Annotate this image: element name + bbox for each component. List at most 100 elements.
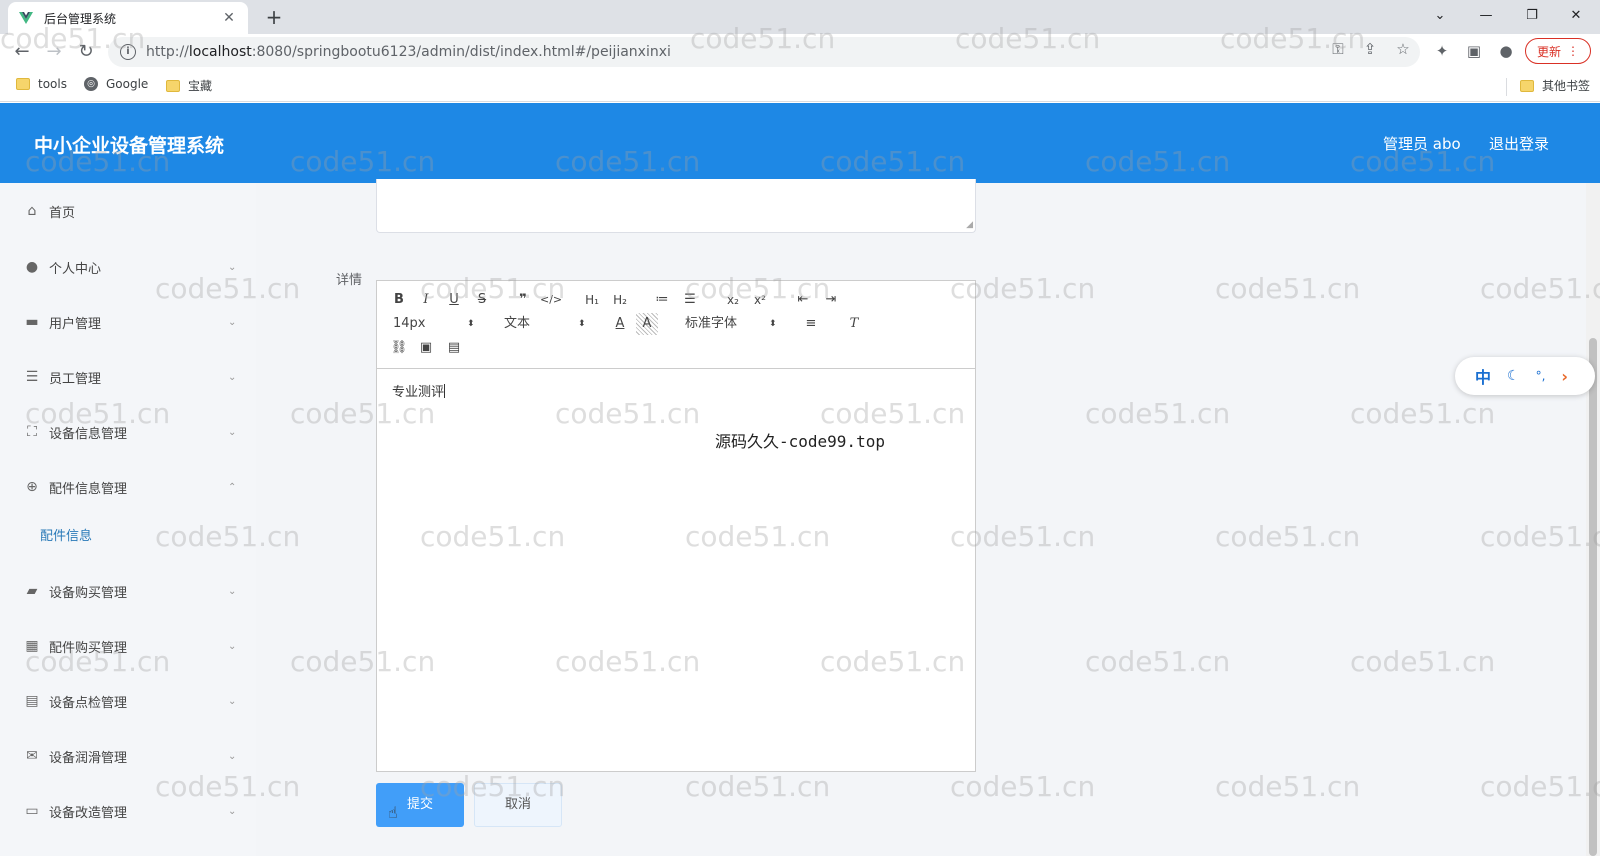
image-icon[interactable]: ▣ [415,337,437,359]
grid-icon: ▦ [25,638,39,654]
sidebar-item-parts-purchase[interactable]: ▦ 配件购买管理 ⌄ [0,626,256,666]
textarea-field[interactable]: ◢ [376,179,976,233]
bold-icon[interactable]: B [388,289,410,311]
chevron-down-icon: ⌄ [228,805,237,817]
editor-toolbar: B I U S ❞ </> H₁ H₂ ≔ ☰ x₂ x² ⇤ ⇥ 14px ⬍… [377,281,975,369]
forward-icon[interactable]: → [42,40,66,64]
ime-language-toggle[interactable]: 中 [1475,364,1491,388]
new-tab-button[interactable]: + [260,4,288,30]
restore-icon[interactable]: ❐ [1512,4,1552,28]
mail-icon: ✉ [26,748,38,764]
subscript-icon[interactable]: x₂ [722,289,744,311]
minimize-icon[interactable]: — [1466,4,1506,28]
list-icon: ☰ [25,369,39,385]
blockquote-icon[interactable]: ❞ [512,289,534,311]
sidebar-item-users[interactable]: ▬ 用户管理 ⌄ [0,302,256,342]
link-icon[interactable]: ⛓ [388,337,410,359]
video-icon[interactable]: ▤ [443,337,465,359]
extensions-icon[interactable]: ✦ [1432,42,1452,60]
indent-icon[interactable]: ⇥ [820,289,842,311]
italic-icon[interactable]: I [415,289,437,311]
ticket-icon: ▰ [26,583,38,599]
bookmark-treasure[interactable]: 宝藏 [166,77,212,94]
sidebar-item-device-purchase[interactable]: ▰ 设备购买管理 ⌄ [0,571,256,611]
hand-cursor-icon: ☝ [388,803,398,822]
bookmark-divider [1506,78,1507,96]
detail-label: 详情 [336,273,363,288]
profile-icon[interactable]: ● [1496,42,1516,60]
ime-toolbar: 中 ☾ °, › [1455,357,1595,395]
sidepanel-icon[interactable]: ▣ [1464,42,1484,60]
bullet-list-icon[interactable]: ☰ [679,289,701,311]
sidebar-item-inspection[interactable]: ▤ 设备点检管理 ⌄ [0,681,256,721]
chevron-down-icon: ⌄ [228,585,237,597]
sidebar-item-modification[interactable]: ▭ 设备改造管理 ⌄ [0,791,256,831]
page-scrollbar[interactable] [1586,183,1600,856]
main-content: ◢ 详情 B I U S ❞ </> H₁ H₂ ≔ ☰ x₂ x² ⇤ ⇥ 1… [256,179,1586,856]
browser-toolbar: ← → ↻ i http://localhost:8080/springboot… [0,34,1600,70]
outdent-icon[interactable]: ⇤ [792,289,814,311]
sidebar-item-personal[interactable]: ● 个人中心 ⌄ [0,247,256,287]
chevron-down-icon[interactable]: ⌄ [1420,4,1460,28]
superscript-icon[interactable]: x² [749,289,771,311]
chevron-right-icon[interactable]: › [1561,367,1568,386]
center-watermark: 源码久久-code99.top [715,432,885,451]
align-icon[interactable]: ≡ [800,313,822,335]
folder-icon [166,79,180,92]
sidebar-item-staff[interactable]: ☰ 员工管理 ⌄ [0,357,256,397]
bookmark-other[interactable]: 其他书签 [1520,77,1590,94]
sidebar-item-lubrication[interactable]: ✉ 设备润滑管理 ⌄ [0,736,256,776]
app-header: 中小企业设备管理系统 管理员 abo 退出登录 [0,103,1600,183]
strike-icon[interactable]: S [471,289,493,311]
ordered-list-icon[interactable]: ≔ [651,289,673,311]
chevron-down-icon: ⌄ [228,750,237,762]
heading1-icon[interactable]: H₁ [581,289,603,311]
logout-link[interactable]: 退出登录 [1489,133,1549,154]
update-button[interactable]: 更新 ⋮ [1525,38,1591,64]
reload-icon[interactable]: ↻ [74,40,98,64]
font-size-select[interactable]: 14px ⬍ [393,313,483,335]
app-title: 中小企业设备管理系统 [34,135,225,157]
font-family-select[interactable]: 标准字体 ⬍ [685,313,785,335]
sidebar-item-parts-info[interactable]: ⊕ 配件信息管理 ⌃ [0,467,256,507]
vue-logo-icon [19,12,33,24]
background-color-icon[interactable]: A [636,313,658,335]
resize-handle-icon[interactable]: ◢ [966,220,973,230]
info-icon[interactable]: i [120,44,136,60]
bookmark-tools[interactable]: tools [16,77,67,91]
clear-format-icon[interactable]: T [843,313,865,335]
sidebar-item-device-info[interactable]: ⛶ 设备信息管理 ⌄ [0,412,256,452]
scrollbar-thumb[interactable] [1589,338,1597,856]
browser-tab[interactable]: 后台管理系统 ✕ [8,2,248,34]
address-bar[interactable]: i http://localhost:8080/springbootu6123/… [108,37,1420,67]
editor-content[interactable]: 专业测评 [392,381,446,400]
star-icon[interactable]: ☆ [1393,40,1413,58]
sidebar-subitem-parts[interactable]: 配件信息 [40,525,92,544]
sidebar: ⌂ 首页 ● 个人中心 ⌄ ▬ 用户管理 ⌄ ☰ 员工管理 ⌄ ⛶ 设备信息管理… [0,183,256,856]
menu-dots-icon: ⋮ [1567,44,1579,58]
moon-icon[interactable]: ☾ [1507,368,1520,384]
heading2-icon[interactable]: H₂ [609,289,631,311]
window-close-icon[interactable]: ✕ [1556,4,1596,28]
back-icon[interactable]: ← [10,40,34,64]
user-icon: ● [25,259,39,275]
browser-tabstrip: 后台管理系统 ✕ + ⌄ — ❐ ✕ [0,0,1600,34]
code-block-icon[interactable]: </> [540,289,562,311]
font-color-icon[interactable]: A [609,313,631,335]
chevron-down-icon: ⌄ [228,695,237,707]
sidebar-item-home[interactable]: ⌂ 首页 [0,191,256,231]
share-icon[interactable]: ⇪ [1360,40,1380,58]
underline-icon[interactable]: U [443,289,465,311]
text-caret [444,384,446,398]
bookmark-google[interactable]: ◎ Google [84,77,148,91]
home-icon: ⌂ [27,203,37,219]
punctuation-icon[interactable]: °, [1536,369,1546,383]
cancel-button[interactable]: 取消 [474,783,562,827]
header-select[interactable]: 文本 ⬍ [504,313,594,335]
frame-icon: ⛶ [27,424,37,440]
update-label: 更新 [1536,44,1561,59]
url-text: http://localhost:8080/springbootu6123/ad… [146,44,671,60]
key-icon[interactable]: ⚿ [1328,40,1348,58]
close-icon[interactable]: ✕ [220,10,238,26]
chevron-down-icon: ⌄ [228,426,237,438]
